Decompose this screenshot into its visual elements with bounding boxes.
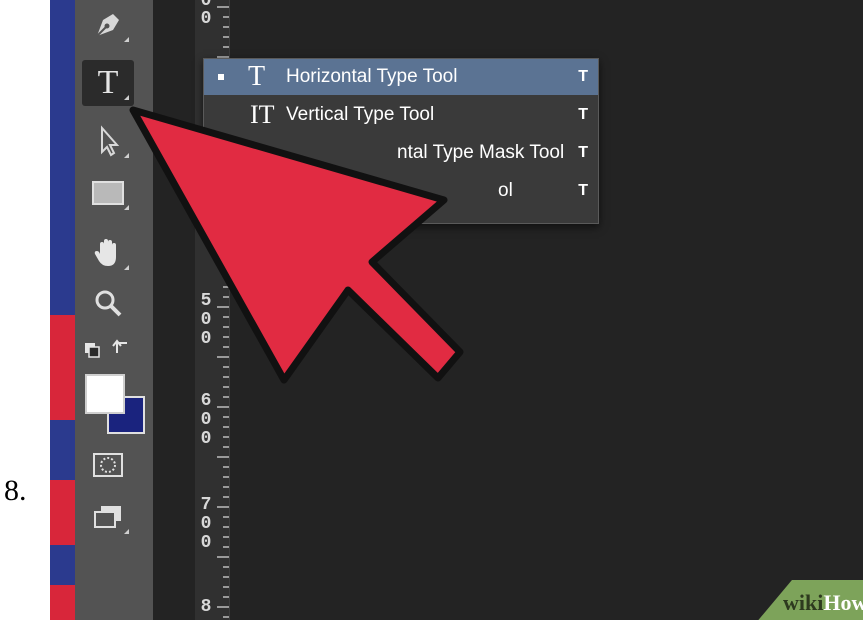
photoshop-screenshot: T 0 0 5 0 0 6 0 0 7 0 0 8 T Horizontal T… <box>50 0 863 620</box>
step-number: 8. <box>4 474 27 507</box>
watermark-text: How <box>823 590 863 615</box>
pointer-arrow-overlay <box>129 106 464 384</box>
watermark-text: wiki <box>783 590 824 615</box>
watermark-logo: wikiHow <box>783 590 863 616</box>
